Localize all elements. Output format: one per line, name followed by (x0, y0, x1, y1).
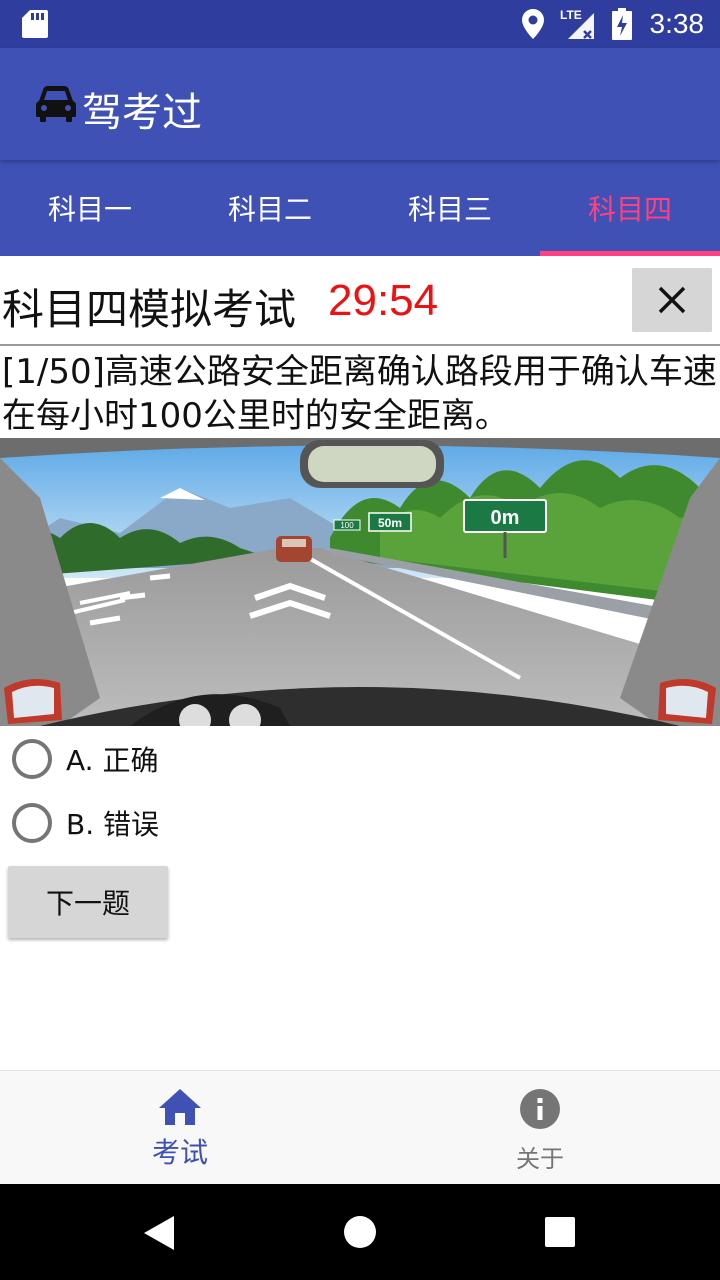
tab-bar: 科目一 科目二 科目三 科目四 (0, 160, 720, 256)
battery-charging-icon (611, 8, 632, 40)
option-b[interactable]: B. 错误 (12, 801, 159, 845)
sd-card-icon (22, 10, 48, 38)
option-label: B. 错误 (66, 808, 160, 841)
question-text: [1/50]高速公路安全距离确认路段用于确认车速在每小时100公里时的安全距离。 (2, 352, 717, 436)
info-icon (520, 1089, 560, 1129)
car-icon (36, 86, 76, 122)
nav-about-label: 关于 (516, 1145, 564, 1173)
question-image: 100 50m 0m (0, 438, 720, 726)
system-navigation-bar (0, 1184, 720, 1280)
header-divider (0, 344, 720, 346)
nav-exam-label: 考试 (151, 1136, 208, 1169)
countdown-timer: 29:54 (328, 276, 439, 325)
close-icon (658, 286, 686, 314)
exam-title: 科目四模拟考试 (2, 285, 297, 334)
recents-icon[interactable] (545, 1217, 575, 1247)
status-bar: LTE 3:38 (0, 0, 720, 48)
app-title: 驾考过 (82, 90, 202, 136)
bottom-navigation: 考试 关于 (0, 1070, 720, 1184)
tab-subject-4[interactable]: 科目四 (540, 160, 720, 256)
clock: 3:38 (649, 8, 705, 39)
back-icon[interactable] (144, 1216, 176, 1250)
distance-sign-50: 50m (378, 516, 402, 530)
distance-sign-0: 0m (491, 507, 520, 529)
close-exam-button[interactable] (632, 268, 712, 332)
home-icon (159, 1089, 201, 1125)
home-nav-icon[interactable] (344, 1216, 376, 1248)
location-icon (521, 9, 544, 39)
option-a[interactable]: A. 正确 (12, 737, 158, 781)
tab-subject-1[interactable]: 科目一 (0, 160, 180, 256)
nav-exam[interactable]: 考试 (0, 1071, 360, 1184)
radio-button[interactable] (12, 739, 52, 779)
nav-about[interactable]: 关于 (360, 1071, 720, 1184)
network-type: LTE (560, 8, 582, 22)
radio-button[interactable] (12, 803, 52, 843)
signal-icon: LTE (560, 8, 594, 39)
app-bar: 驾考过 (0, 48, 720, 160)
tab-subject-3[interactable]: 科目三 (360, 160, 540, 256)
option-label: A. 正确 (66, 744, 159, 777)
next-question-button[interactable]: 下一题 (8, 866, 168, 938)
tab-subject-2[interactable]: 科目二 (180, 160, 360, 256)
speed-sign: 100 (340, 521, 354, 530)
